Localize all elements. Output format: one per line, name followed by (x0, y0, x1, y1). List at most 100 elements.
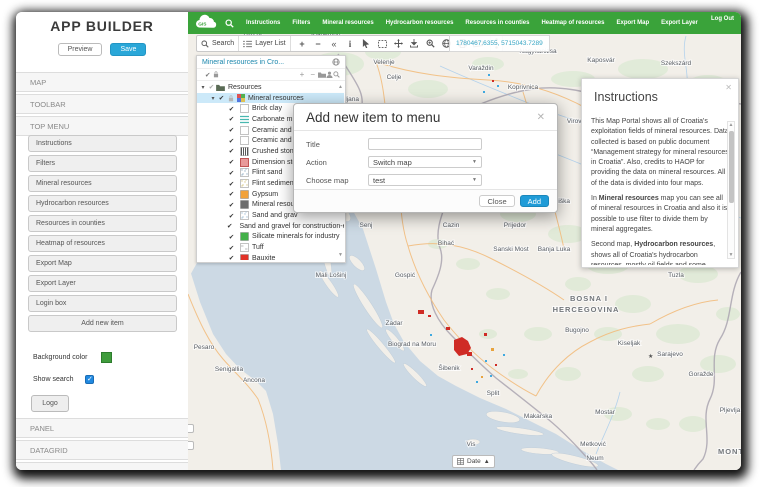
layer-visibility-checkbox[interactable]: ✔ (217, 94, 226, 102)
folder-icon[interactable] (318, 71, 326, 78)
accordion-section-panel[interactable]: PANEL (16, 418, 188, 438)
menu-item[interactable]: Heatmap of resources (28, 235, 177, 252)
layer-visibility-checkbox[interactable]: ✔ (227, 190, 236, 198)
add-layer-icon[interactable]: + (300, 70, 305, 79)
layer-visibility-checkbox[interactable]: ✔ (227, 137, 236, 145)
menu-item[interactable]: Hydrocarbon resources (28, 195, 177, 212)
layer-visibility-checkbox[interactable]: ✔ (227, 212, 236, 220)
layer-visibility-checkbox[interactable]: ✔ (227, 254, 236, 260)
background-color-swatch[interactable] (101, 352, 113, 363)
instructions-close-icon[interactable]: ✕ (725, 83, 732, 92)
accordion-section-toolbar[interactable]: TOOLBAR (16, 94, 188, 114)
layer-visibility-checkbox[interactable]: ✔ (227, 244, 236, 252)
layer-visibility-checkbox[interactable]: ✔ (227, 201, 236, 209)
layer-visibility-checkbox[interactable]: ✔ (227, 105, 236, 113)
menu-item[interactable]: Export Layer (28, 275, 177, 292)
layer-visibility-checkbox[interactable]: ✔ (227, 180, 236, 188)
nav-item[interactable]: Resources in counties (459, 20, 535, 26)
pan-button[interactable] (391, 36, 406, 51)
layer-visibility-checkbox[interactable]: ✔ (227, 115, 236, 123)
previous-extent-button[interactable]: « (327, 36, 342, 51)
nav-search-icon[interactable] (218, 13, 240, 33)
scroll-up-icon[interactable]: ▲ (729, 122, 734, 128)
scroll-down-icon[interactable]: ▼ (729, 252, 734, 258)
menu-item[interactable]: Instructions (28, 135, 177, 152)
nav-item[interactable]: Filters (286, 20, 316, 26)
preview-button[interactable]: Preview (57, 43, 103, 56)
map-control-button[interactable] (188, 441, 194, 450)
add-button[interactable]: Add (519, 195, 549, 207)
layer-panel-title[interactable]: Mineral resources in Cro... (202, 59, 284, 66)
accordion-section-top-menu[interactable]: TOP MENU (16, 116, 188, 136)
scrollbar-thumb[interactable] (728, 131, 734, 203)
scroll-up-icon[interactable]: ▲ (338, 84, 343, 90)
layer-visibility-checkbox[interactable]: ✔ (227, 233, 236, 241)
layer-row[interactable]: ✔ Silicate minerals for industry (197, 232, 344, 243)
layer-visibility-checkbox[interactable]: ✔ (227, 126, 236, 134)
menu-item[interactable]: Filters (28, 155, 177, 172)
user-icon[interactable] (326, 71, 333, 78)
layer-visibility-checkbox[interactable]: ✔ (227, 147, 236, 155)
layer-row[interactable]: ✔ Bauxite (197, 253, 344, 260)
nav-item[interactable]: Hydrocarbon resources (380, 20, 460, 26)
nav-item[interactable]: Heatmap of resources (535, 20, 610, 26)
menu-item[interactable]: Mineral resources (28, 175, 177, 192)
globe-icon[interactable] (332, 58, 340, 66)
logout-button[interactable]: Log Out (704, 16, 741, 22)
menu-item[interactable]: Resources in counties (28, 215, 177, 232)
check-all-icon[interactable]: ✔ (205, 71, 210, 79)
accordion-section-hidden[interactable] (16, 462, 188, 470)
coordinates-readout: 1780467.6355, 5715043.7289 (449, 35, 550, 52)
layer-visibility-checkbox[interactable]: ✔ (227, 158, 236, 166)
layer-group-resources[interactable]: ▾ ✔ Resources (197, 82, 344, 93)
choose-map-select[interactable]: test ▼ (368, 174, 482, 186)
lock-icon[interactable] (213, 71, 219, 78)
menu-item[interactable]: Export Map (28, 255, 177, 272)
add-new-item-button[interactable]: Add new item (28, 315, 177, 332)
toolbar-layer-list-button[interactable]: Layer List (239, 36, 291, 51)
zoom-out-button[interactable]: − (311, 36, 326, 51)
layer-swatch-icon (240, 147, 249, 156)
accordion-section-map[interactable]: MAP (16, 72, 188, 92)
zoom-area-button[interactable] (423, 36, 438, 51)
nav-item[interactable]: Mineral resources (316, 20, 379, 26)
map-control-button[interactable] (188, 424, 194, 433)
modal-close-icon[interactable]: ✕ (537, 112, 545, 123)
menu-item[interactable]: Login box (28, 295, 177, 312)
map-label: Prijedor (504, 222, 527, 229)
show-search-checkbox[interactable]: ✓ (85, 375, 95, 384)
layer-row-selected[interactable]: ▾ ✔ Mineral resources (197, 92, 344, 104)
nav-item[interactable]: Export Layer (655, 20, 704, 26)
map-canvas[interactable]: VillachKlagenfurtNagykanizsaKaposvárSzek… (188, 34, 741, 470)
caret-down-icon[interactable]: ▾ (199, 84, 207, 91)
scroll-down-icon[interactable]: ▼ (338, 252, 343, 258)
zoom-in-button[interactable]: + (295, 36, 310, 51)
instructions-scrollbar[interactable] (727, 121, 735, 259)
info-button[interactable]: i (343, 36, 358, 51)
add-marker-button[interactable] (407, 36, 422, 51)
save-button[interactable]: Save (110, 43, 147, 56)
select-area-icon (377, 39, 387, 48)
datagrid-toggle[interactable]: Date ▲ (452, 455, 495, 468)
map-label: Banja Luka (538, 246, 571, 253)
action-select[interactable]: Switch map ▼ (368, 156, 482, 168)
accordion-section-datagrid[interactable]: DATAGRID (16, 440, 188, 460)
layer-visibility-checkbox[interactable]: ✔ (227, 169, 236, 177)
layer-visibility-checkbox[interactable]: ✔ (207, 83, 216, 91)
caret-down-icon[interactable]: ▾ (209, 95, 217, 102)
layer-row[interactable]: ✔ Tuff (197, 242, 344, 253)
nav-item[interactable]: Instructions (240, 20, 286, 26)
close-button[interactable]: Close (479, 195, 515, 207)
search-layers-icon[interactable] (333, 71, 340, 78)
map-label: Cazin (443, 222, 460, 229)
toolbar-search-button[interactable]: Search (197, 36, 240, 51)
remove-layer-icon[interactable]: − (310, 70, 315, 79)
logo-button[interactable]: Logo (31, 395, 69, 412)
layer-row[interactable]: ✔ Sand and gravel for construction-e (197, 221, 344, 232)
select-area-button[interactable] (375, 36, 390, 51)
giscloud-logo-icon[interactable]: GIS (194, 12, 218, 34)
layer-visibility-checkbox[interactable]: ✔ (227, 222, 232, 230)
title-input[interactable] (368, 138, 482, 150)
nav-item[interactable]: Export Map (610, 20, 655, 26)
select-button[interactable] (359, 36, 374, 51)
